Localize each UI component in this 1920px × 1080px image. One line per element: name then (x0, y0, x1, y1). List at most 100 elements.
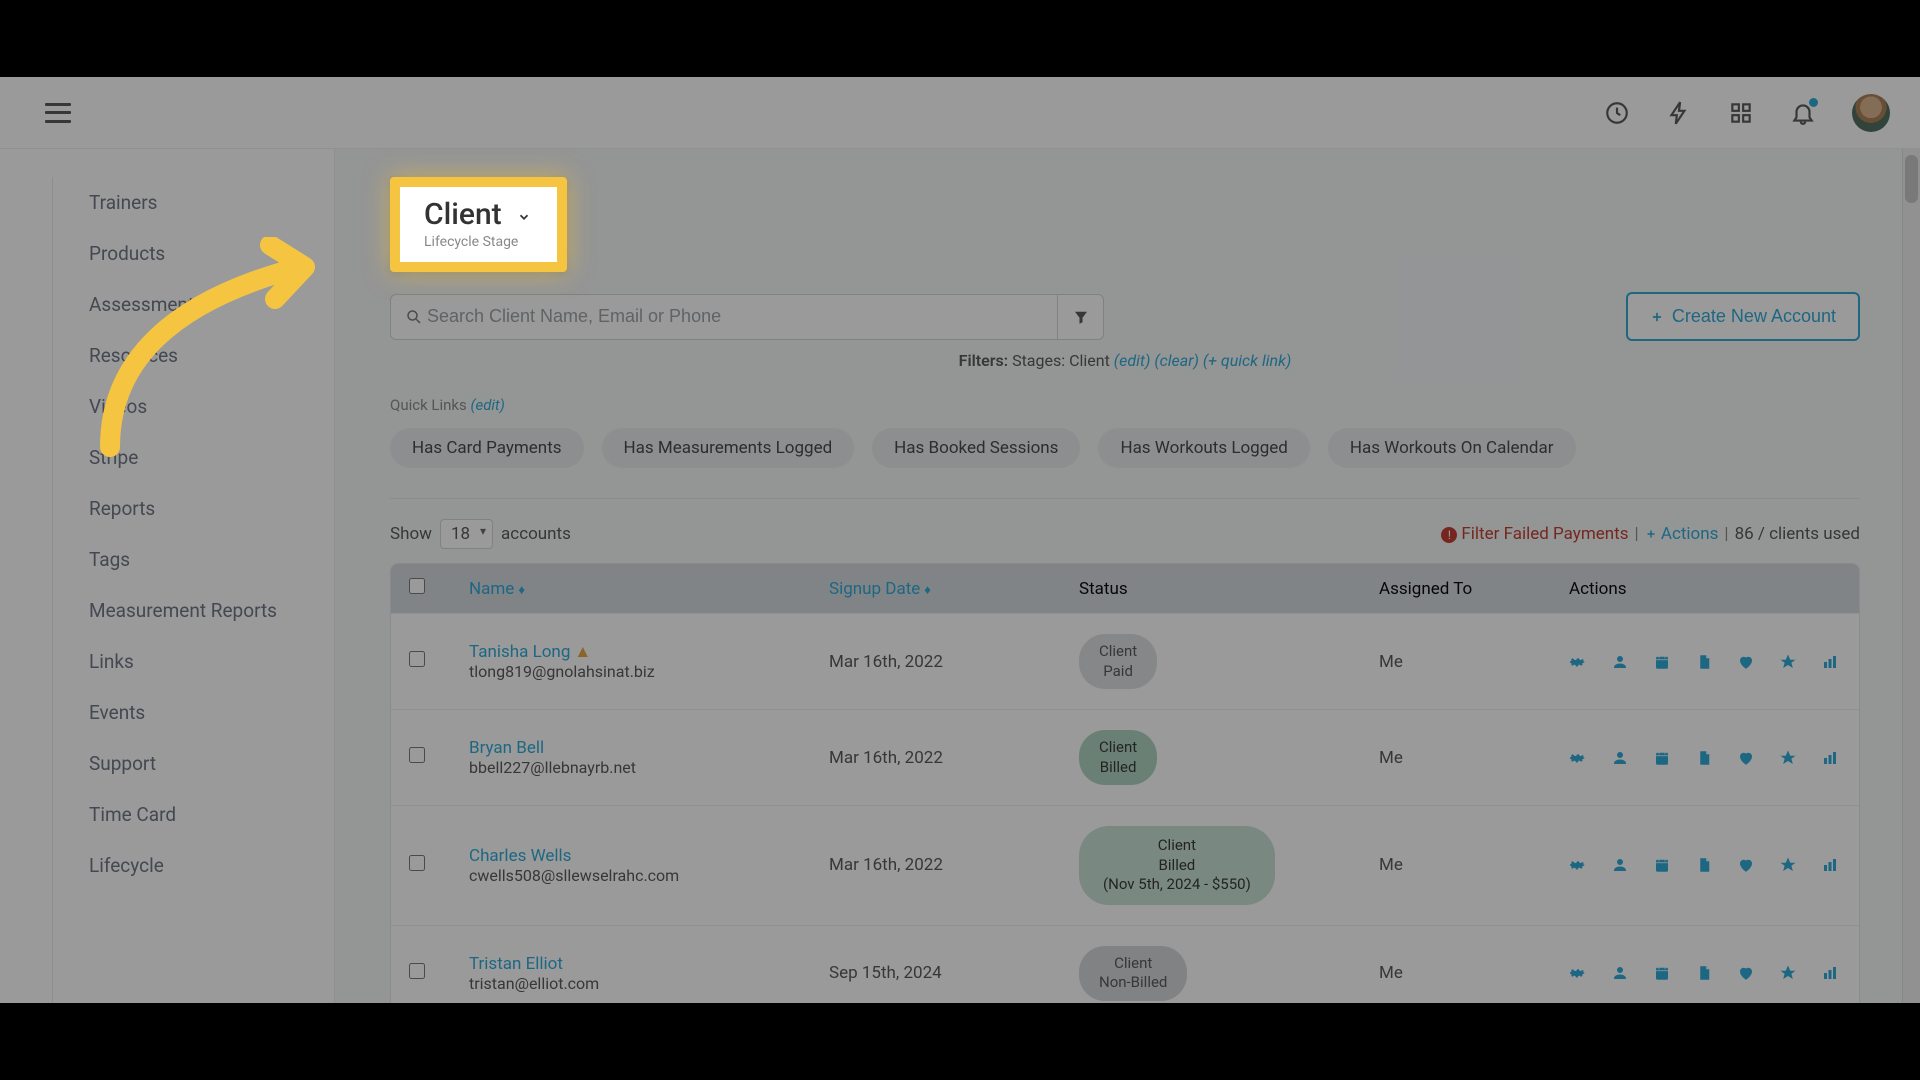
document-icon[interactable] (1695, 964, 1713, 982)
lifecycle-stage-dropdown[interactable]: Client Lifecycle Stage (390, 177, 567, 272)
plus-icon (1650, 310, 1664, 324)
gear-icon[interactable] (1569, 856, 1587, 874)
search-box[interactable] (390, 294, 1058, 340)
star-icon[interactable] (1779, 964, 1797, 982)
client-name-link[interactable]: Bryan Bell (469, 738, 544, 758)
filters-edit-link[interactable]: (edit) (1114, 351, 1151, 370)
col-signup[interactable]: Signup Date♦ (829, 579, 1079, 599)
sidebar-item[interactable]: Assessments (89, 279, 334, 330)
sidebar-item[interactable]: Videos (89, 381, 334, 432)
lightning-icon[interactable] (1666, 100, 1692, 126)
client-email: tristan@elliot.com (469, 974, 829, 993)
apps-grid-icon[interactable] (1728, 100, 1754, 126)
create-account-button[interactable]: Create New Account (1626, 292, 1860, 341)
client-name-link[interactable]: Tristan Elliot (469, 954, 563, 974)
calendar-icon[interactable] (1653, 964, 1671, 982)
quicklinks-edit-link[interactable]: (edit) (471, 396, 505, 414)
quicklink-chip[interactable]: Has Workouts On Calendar (1328, 428, 1576, 468)
user-icon[interactable] (1611, 749, 1629, 767)
table-row: Charles Wellscwells508@sllewselrahc.comM… (391, 805, 1859, 925)
sidebar-item[interactable]: Support (89, 738, 334, 789)
menu-toggle-icon[interactable] (45, 103, 71, 123)
user-icon[interactable] (1611, 653, 1629, 671)
status-badge: ClientNon-Billed (1079, 946, 1187, 1001)
heart-icon[interactable] (1737, 856, 1755, 874)
star-icon[interactable] (1779, 749, 1797, 767)
assigned-to: Me (1379, 855, 1569, 875)
search-input[interactable] (427, 306, 1043, 327)
chart-icon[interactable] (1821, 653, 1839, 671)
document-icon[interactable] (1695, 653, 1713, 671)
signup-date: Mar 16th, 2022 (829, 748, 1079, 768)
lifecycle-subtitle: Lifecycle Stage (424, 234, 533, 250)
heart-icon[interactable] (1737, 964, 1755, 982)
document-icon[interactable] (1695, 749, 1713, 767)
filters-clear-link[interactable]: (clear) (1154, 351, 1199, 370)
clients-table: Name♦ Signup Date♦ Status Assigned To Ac… (390, 563, 1860, 1003)
row-checkbox[interactable] (409, 963, 425, 979)
row-checkbox[interactable] (409, 747, 425, 763)
filter-button[interactable] (1058, 294, 1104, 340)
sidebar-item[interactable]: Lifecycle (89, 840, 334, 891)
table-meta-row: Show 18 accounts !Filter Failed Payments… (390, 519, 1860, 549)
chart-icon[interactable] (1821, 964, 1839, 982)
status-badge: ClientPaid (1079, 634, 1157, 689)
sidebar-item[interactable]: Reports (89, 483, 334, 534)
document-icon[interactable] (1695, 856, 1713, 874)
sidebar-item[interactable]: Measurement Reports (89, 585, 334, 636)
sidebar-item[interactable]: Events (89, 687, 334, 738)
quicklink-chip[interactable]: Has Measurements Logged (602, 428, 855, 468)
status-badge: ClientBilled(Nov 5th, 2024 - $550) (1079, 826, 1275, 905)
user-icon[interactable] (1611, 856, 1629, 874)
calendar-icon[interactable] (1653, 749, 1671, 767)
quicklink-chip[interactable]: Has Card Payments (390, 428, 584, 468)
sidebar-item[interactable]: Links (89, 636, 334, 687)
page-size-select[interactable]: 18 (440, 519, 493, 549)
star-icon[interactable] (1779, 653, 1797, 671)
row-actions (1569, 749, 1860, 767)
star-icon[interactable] (1779, 856, 1797, 874)
sidebar-item[interactable]: Resources (89, 330, 334, 381)
bulk-actions-link[interactable]: Actions (1645, 524, 1719, 544)
avatar[interactable] (1852, 94, 1890, 132)
chevron-down-icon (515, 197, 533, 232)
gear-icon[interactable] (1569, 964, 1587, 982)
assigned-to: Me (1379, 963, 1569, 983)
app-window: TrainersProductsAssessmentsResourcesVide… (0, 77, 1920, 1003)
chart-icon[interactable] (1821, 749, 1839, 767)
client-name-link[interactable]: Tanisha Long (469, 642, 570, 662)
sidebar-item[interactable]: Stripe (89, 432, 334, 483)
select-all-checkbox[interactable] (409, 578, 425, 594)
filter-icon (1072, 308, 1090, 326)
col-name[interactable]: Name♦ (469, 579, 829, 599)
sidebar-item[interactable]: Products (89, 228, 334, 279)
clients-used-count: 86 / clients used (1735, 524, 1860, 544)
user-icon[interactable] (1611, 964, 1629, 982)
scrollbar[interactable] (1902, 149, 1920, 1003)
table-row: Tristan Elliottristan@elliot.comSep 15th… (391, 925, 1859, 1004)
row-checkbox[interactable] (409, 855, 425, 871)
quicklink-chip[interactable]: Has Workouts Logged (1098, 428, 1309, 468)
heart-icon[interactable] (1737, 749, 1755, 767)
sidebar-item[interactable]: Tags (89, 534, 334, 585)
filter-failed-payments-link[interactable]: !Filter Failed Payments (1441, 524, 1628, 544)
signup-date: Mar 16th, 2022 (829, 652, 1079, 672)
filters-quicklink-link[interactable]: (+ quick link) (1203, 351, 1292, 370)
sidebar-item[interactable]: Trainers (89, 177, 334, 228)
client-name-link[interactable]: Charles Wells (469, 846, 571, 866)
search-icon (405, 308, 423, 326)
chart-icon[interactable] (1821, 856, 1839, 874)
row-checkbox[interactable] (409, 651, 425, 667)
heart-icon[interactable] (1737, 653, 1755, 671)
bell-icon[interactable] (1790, 100, 1816, 126)
gear-icon[interactable] (1569, 653, 1587, 671)
quicklink-chip[interactable]: Has Booked Sessions (872, 428, 1080, 468)
row-actions (1569, 964, 1860, 982)
clock-icon[interactable] (1604, 100, 1630, 126)
calendar-icon[interactable] (1653, 856, 1671, 874)
table-header: Name♦ Signup Date♦ Status Assigned To Ac… (391, 564, 1859, 613)
table-row: Tanisha Long▲tlong819@gnolahsinat.bizMar… (391, 613, 1859, 709)
gear-icon[interactable] (1569, 749, 1587, 767)
sidebar-item[interactable]: Time Card (89, 789, 334, 840)
calendar-icon[interactable] (1653, 653, 1671, 671)
